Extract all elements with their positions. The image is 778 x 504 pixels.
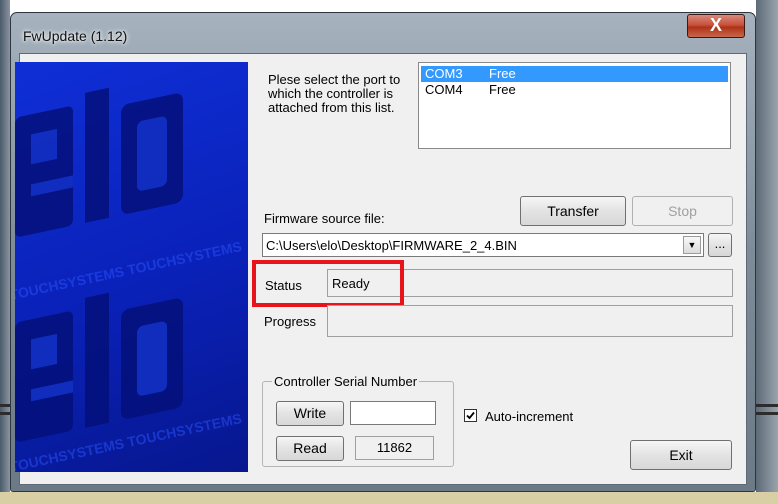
port-status: Free	[489, 66, 516, 81]
port-name: COM3	[425, 66, 463, 81]
serial-number-group-label: Controller Serial Number	[272, 374, 420, 389]
write-serial-input[interactable]	[350, 401, 436, 425]
stop-button[interactable]: Stop	[632, 196, 733, 226]
firmware-source-label: Firmware source file:	[264, 211, 385, 226]
title-bar[interactable]: FwUpdate (1.12) X	[11, 13, 755, 53]
window-title: FwUpdate (1.12)	[23, 28, 128, 44]
desktop-left-edge	[0, 0, 10, 504]
elo-logo-graphic: TOUCHSYSTEMS TOUCHSYSTEMS TOUCHSYSTEMS T…	[15, 87, 243, 472]
transfer-button[interactable]: Transfer	[520, 196, 626, 226]
port-status: Free	[489, 82, 516, 97]
status-highlight-annotation	[252, 260, 404, 307]
port-name: COM4	[425, 82, 463, 97]
auto-increment-checkbox[interactable]	[464, 409, 477, 422]
port-list[interactable]: COM3 Free COM4 Free	[418, 62, 731, 149]
desktop-right-edge	[756, 0, 778, 504]
svg-text:TOUCHSYSTEMS TOUCHSYSTEMS: TOUCHSYSTEMS TOUCHSYSTEMS	[15, 238, 243, 303]
progress-bar	[327, 305, 733, 337]
browse-button[interactable]: ...	[708, 233, 732, 257]
exit-button[interactable]: Exit	[630, 440, 732, 470]
auto-increment-label: Auto-increment	[485, 409, 574, 424]
read-button[interactable]: Read	[276, 436, 344, 461]
taskbar-edge	[0, 492, 778, 504]
chevron-down-icon[interactable]: ▼	[683, 236, 701, 254]
firmware-path-combobox[interactable]: C:\Users\elo\Desktop\FIRMWARE_2_4.BIN ▼	[262, 233, 704, 257]
checkmark-icon	[466, 411, 475, 420]
port-prompt-text: Plese select the port to which the contr…	[268, 72, 401, 115]
write-button[interactable]: Write	[276, 401, 344, 426]
read-serial-value: 11862	[355, 436, 434, 460]
port-list-item-com4[interactable]: COM4 Free	[421, 82, 728, 98]
progress-label: Progress	[264, 314, 317, 329]
close-button[interactable]: X	[687, 14, 745, 38]
elo-logo-panel: TOUCHSYSTEMS TOUCHSYSTEMS TOUCHSYSTEMS T…	[15, 62, 248, 472]
close-icon: X	[709, 15, 722, 35]
port-list-item-com3[interactable]: COM3 Free	[421, 66, 728, 82]
firmware-path-value: C:\Users\elo\Desktop\FIRMWARE_2_4.BIN	[266, 238, 517, 253]
